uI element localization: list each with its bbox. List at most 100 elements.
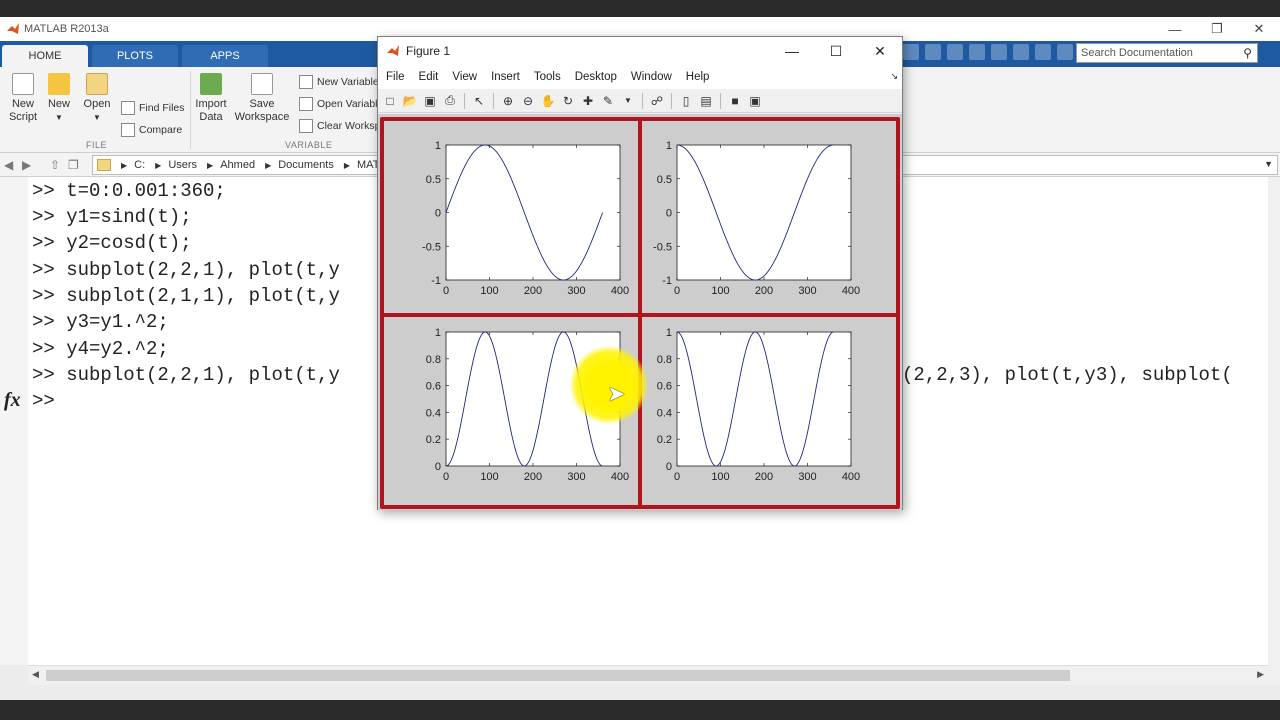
toolbar-separator — [642, 92, 643, 109]
chevron-right-icon: ▶ — [265, 160, 272, 170]
scrollbar-thumb[interactable] — [46, 670, 1070, 681]
find-files-label: Find Files — [139, 102, 185, 114]
open-variable-icon — [299, 97, 313, 111]
up-folder-icon[interactable]: ⇧ — [50, 159, 64, 171]
menu-file[interactable]: File — [386, 71, 405, 83]
search-placeholder: Search Documentation — [1081, 47, 1193, 59]
find-files-button[interactable]: Find Files — [121, 101, 185, 115]
import-data-label: Import Data — [195, 98, 227, 123]
link-plot-icon[interactable]: ☍ — [649, 93, 665, 109]
tab-plots[interactable]: PLOTS — [92, 45, 178, 67]
open-button[interactable]: Open ▼ — [82, 73, 112, 124]
data-cursor-icon[interactable]: ✚ — [580, 93, 596, 109]
close-button[interactable]: ✕ — [1238, 17, 1280, 41]
hide-tools-icon[interactable]: ■ — [727, 93, 743, 109]
crumb-drive[interactable]: C: — [134, 159, 145, 171]
command-line: >> y2=cosd(t); — [32, 232, 192, 254]
zoom-out-icon[interactable]: ⊖ — [520, 93, 536, 109]
search-documentation-input[interactable]: Search Documentation ⚲ — [1076, 43, 1258, 63]
rotate-3d-icon[interactable]: ↻ — [560, 93, 576, 109]
command-prompt[interactable]: >> — [32, 390, 55, 416]
command-line-overflow: (2,2,3), plot(t,y3), subplot( — [902, 364, 1233, 386]
compare-label: Compare — [139, 124, 183, 136]
scroll-left-icon[interactable]: ◀ — [32, 669, 39, 680]
new-variable-button[interactable]: New Variable — [299, 75, 379, 89]
restore-button[interactable]: ❐ — [1196, 17, 1238, 41]
search-icon[interactable]: ⚲ — [1243, 46, 1252, 60]
menu-desktop[interactable]: Desktop — [575, 71, 617, 83]
zoom-in-icon[interactable]: ⊕ — [500, 93, 516, 109]
figure-toolbar: □ 📂 ▣ ⎙ ↖ ⊕ ⊖ ✋ ↻ ✚ ✎ ▼ ☍ ▯ ▤ ■ ▣ — [378, 89, 902, 113]
menu-view[interactable]: View — [452, 71, 477, 83]
show-tools-icon[interactable]: ▣ — [747, 93, 763, 109]
save-icon[interactable]: ▣ — [422, 93, 438, 109]
chevron-right-icon: ▶ — [343, 160, 351, 170]
figure-close-button[interactable]: ✕ — [858, 37, 902, 65]
new-figure-icon[interactable]: □ — [382, 93, 398, 109]
open-variable-label: Open Variable — [317, 98, 384, 110]
open-file-icon[interactable]: 📂 — [402, 93, 418, 109]
paste-icon[interactable] — [969, 44, 985, 60]
vertical-scrollbar[interactable] — [1268, 177, 1280, 685]
figure-maximize-button[interactable]: ☐ — [814, 37, 858, 65]
legend-icon[interactable]: ▤ — [698, 93, 714, 109]
horizontal-scrollbar[interactable]: ◀ ▶ — [28, 665, 1268, 685]
crumb-documents[interactable]: Documents — [278, 159, 334, 171]
toolbar-separator — [493, 92, 494, 109]
colorbar-icon[interactable]: ▯ — [678, 93, 694, 109]
save-workspace-label: Save Workspace — [234, 98, 290, 123]
switch-windows-icon[interactable] — [1035, 44, 1051, 60]
figure-minimize-button[interactable]: — — [770, 37, 814, 65]
ribbon-separator — [190, 71, 191, 149]
scroll-right-icon[interactable]: ▶ — [1257, 669, 1264, 680]
open-label: Open — [83, 98, 111, 110]
new-script-button[interactable]: New Script — [8, 73, 38, 124]
browse-folder-icon[interactable]: ❐ — [68, 159, 82, 171]
command-line: >> y3=y1.^2; — [32, 311, 169, 333]
menu-tools[interactable]: Tools — [534, 71, 561, 83]
minimize-button[interactable]: — — [1154, 17, 1196, 41]
edit-plot-icon[interactable]: ↖ — [471, 93, 487, 109]
menu-help[interactable]: Help — [686, 71, 710, 83]
menu-edit[interactable]: Edit — [419, 71, 439, 83]
figure-window: Figure 1 — ☐ ✕ File Edit View Insert Too… — [377, 36, 903, 510]
cut-icon[interactable] — [925, 44, 941, 60]
tab-home[interactable]: HOME — [2, 45, 88, 67]
copy-icon[interactable] — [947, 44, 963, 60]
new-button[interactable]: New ▼ — [46, 73, 72, 124]
folder-icon — [86, 73, 108, 95]
compare-button[interactable]: Compare — [121, 123, 182, 137]
chevron-down-icon[interactable]: ▼ — [1264, 159, 1273, 169]
menu-window[interactable]: Window — [631, 71, 672, 83]
save-icon[interactable] — [903, 44, 919, 60]
open-variable-button[interactable]: Open Variable — [299, 97, 383, 111]
mouse-pointer-icon: ➤ — [607, 381, 626, 406]
menu-insert[interactable]: Insert — [491, 71, 520, 83]
save-workspace-button[interactable]: Save Workspace — [234, 73, 290, 124]
forward-icon[interactable]: ▶ — [22, 159, 36, 171]
command-line: >> subplot(2,1,1), plot(t,y — [32, 285, 340, 307]
highlight-box — [638, 117, 900, 317]
back-icon[interactable]: ◀ — [4, 159, 18, 171]
tab-apps[interactable]: APPS — [182, 45, 268, 67]
new-script-icon — [12, 73, 34, 95]
chevron-down-icon[interactable]: ▼ — [620, 93, 636, 109]
file-section-label: FILE — [86, 140, 108, 150]
print-icon[interactable]: ⎙ — [442, 93, 458, 109]
command-line: >> subplot(2,2,1), plot(t,y — [32, 259, 340, 281]
folder-icon — [97, 159, 111, 171]
help-icon[interactable] — [1057, 44, 1073, 60]
pan-icon[interactable]: ✋ — [540, 93, 556, 109]
fx-icon[interactable]: fx — [4, 389, 21, 412]
brush-icon[interactable]: ✎ — [600, 93, 616, 109]
dock-arrow-icon[interactable]: ↘ — [890, 71, 898, 82]
crumb-users[interactable]: Users — [168, 159, 197, 171]
redo-icon[interactable] — [1013, 44, 1029, 60]
app-title: MATLAB R2013a — [24, 23, 109, 35]
find-files-icon — [121, 101, 135, 115]
new-script-label: New Script — [8, 98, 38, 123]
undo-icon[interactable] — [991, 44, 1007, 60]
toolbar-separator — [720, 92, 721, 109]
crumb-ahmed[interactable]: Ahmed — [220, 159, 255, 171]
import-data-button[interactable]: Import Data — [195, 73, 227, 124]
